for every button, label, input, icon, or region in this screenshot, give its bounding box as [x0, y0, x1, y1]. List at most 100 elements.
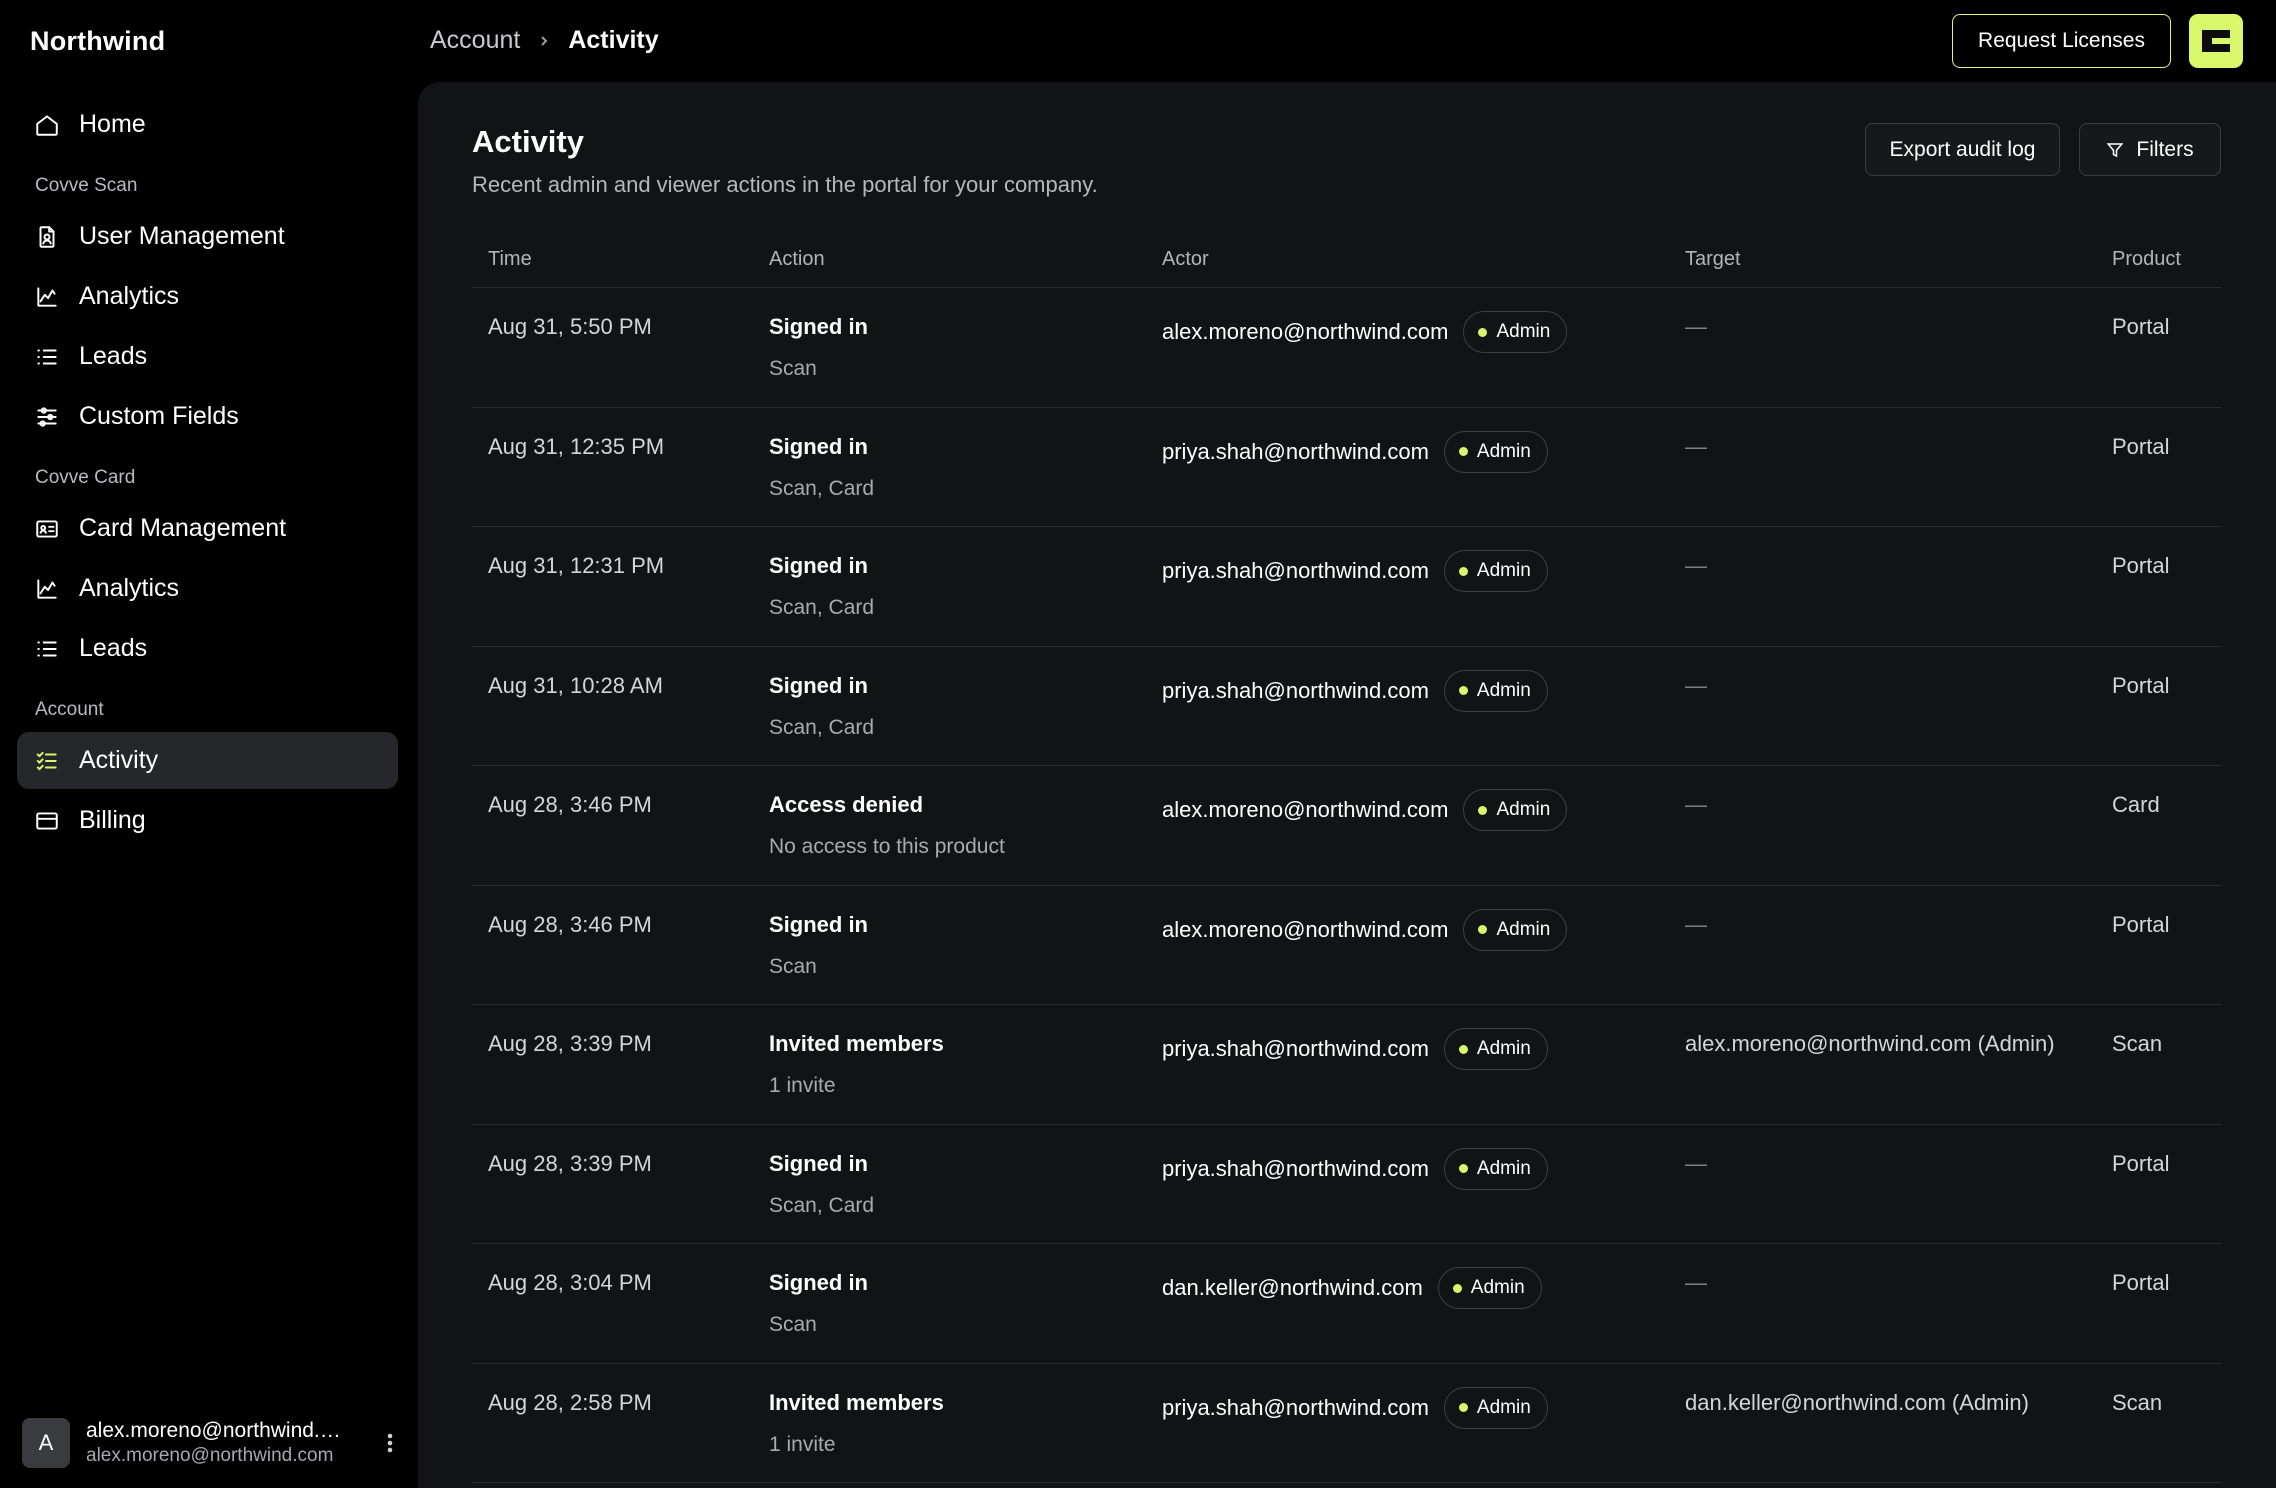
export-audit-log-button[interactable]: Export audit log: [1865, 123, 2060, 176]
sidebar-item-label: Leads: [79, 634, 148, 662]
sidebar-section-title: Account: [35, 699, 104, 720]
cell-target: —: [1685, 672, 1707, 698]
actor-email: dan.keller@northwind.com: [1162, 1275, 1423, 1300]
cell-target: —: [1685, 792, 1707, 817]
request-licenses-button[interactable]: Request Licenses: [1952, 14, 2171, 68]
user-name: alex.moreno@northwind.…: [86, 1419, 341, 1442]
table-row[interactable]: Aug 28, 2:58 PM Invited members 1 invite…: [472, 1364, 2222, 1483]
role-label: Admin: [1476, 440, 1531, 462]
chevron-right-icon: [538, 35, 550, 47]
status-dot: [1452, 1283, 1462, 1293]
sidebar-item-home[interactable]: Home: [17, 96, 398, 153]
actor-email: alex.moreno@northwind.com: [1162, 916, 1449, 942]
sidebar-item-user-management[interactable]: User Management: [17, 208, 398, 265]
activity-table: Time Action Actor Target Product Aug 31,…: [472, 230, 2222, 1483]
sidebar-item-label: Analytics: [79, 282, 180, 310]
app-logo[interactable]: Northwind: [30, 26, 165, 57]
sidebar-item-card-analytics[interactable]: Analytics: [17, 560, 398, 617]
action-title: Signed in: [769, 553, 868, 578]
table-row[interactable]: Aug 31, 10:28 AM Signed in Scan, Card pr…: [472, 647, 2222, 766]
sidebar-item-scan-analytics[interactable]: Analytics: [17, 268, 398, 325]
role-badge: Admin: [1443, 1028, 1548, 1070]
brand-logo-icon[interactable]: [2189, 14, 2243, 68]
action-title: Signed in: [769, 672, 868, 698]
cell-product: Portal: [2112, 314, 2170, 339]
column-header-time: Time: [488, 248, 532, 270]
actor-email: priya.shah@northwind.com: [1162, 1036, 1429, 1061]
table-row[interactable]: Aug 28, 3:39 PM Signed in Scan, Card pri…: [472, 1125, 2222, 1244]
table-row[interactable]: Aug 31, 5:50 PM Signed in Scan alex.more…: [472, 288, 2222, 408]
status-dot: [1478, 925, 1488, 934]
action-title: Signed in: [769, 911, 868, 937]
list-icon: [34, 636, 60, 662]
credit-card-icon: [34, 808, 60, 834]
action-title: Signed in: [769, 1270, 868, 1295]
more-options-icon[interactable]: [378, 1423, 402, 1463]
cell-product: Scan: [2112, 1031, 2163, 1056]
cell-actor: dan.keller@northwind.com Admin: [1162, 1267, 1542, 1309]
table-row[interactable]: Aug 31, 12:31 PM Signed in Scan, Card pr…: [472, 527, 2222, 647]
cell-product: Portal: [2112, 553, 2170, 578]
cell-action: Invited members 1 invite: [769, 1390, 944, 1457]
filter-icon: [2107, 142, 2124, 157]
cell-action: Signed in Scan, Card: [769, 434, 874, 501]
role-label: Admin: [1476, 1396, 1531, 1418]
avatar: A: [22, 1418, 70, 1468]
filters-label: Filters: [2136, 137, 2194, 161]
actor-email: priya.shah@northwind.com: [1162, 1394, 1429, 1420]
cell-actor: priya.shah@northwind.com Admin: [1162, 1147, 1548, 1190]
actor-email: priya.shah@northwind.com: [1162, 677, 1429, 703]
filters-button[interactable]: Filters: [2079, 123, 2221, 176]
sidebar-item-activity[interactable]: Activity: [17, 732, 398, 789]
role-badge: Admin: [1443, 1386, 1548, 1429]
actor-email: alex.moreno@northwind.com: [1162, 319, 1449, 344]
cell-target: —: [1685, 911, 1707, 937]
sidebar-item-card-management[interactable]: Card Management: [17, 500, 398, 557]
role-badge: Admin: [1463, 789, 1568, 831]
sidebar-item-card-leads[interactable]: Leads: [17, 620, 398, 677]
cell-action: Signed in Scan, Card: [769, 673, 874, 740]
sidebar-item-label: Analytics: [79, 574, 180, 602]
cell-action: Signed in Scan: [769, 912, 868, 979]
action-detail: 1 invite: [769, 1432, 836, 1456]
chart-icon: [34, 576, 60, 602]
sidebar-nav: Home Covve Scan User Management Analytic…: [17, 96, 398, 852]
main-panel: Activity Recent admin and viewer actions…: [418, 82, 2276, 1488]
cell-product: Portal: [2112, 672, 2170, 698]
cell-action: Signed in Scan, Card: [769, 1151, 874, 1218]
top-bar: Account Activity Request Licenses: [416, 0, 2276, 82]
cell-time: Aug 28, 3:46 PM: [488, 911, 652, 937]
table-row[interactable]: Aug 31, 12:35 PM Signed in Scan, Card pr…: [472, 408, 2222, 527]
sidebar-item-scan-leads[interactable]: Leads: [17, 328, 398, 385]
cell-actor: priya.shah@northwind.com Admin: [1162, 550, 1548, 592]
role-label: Admin: [1496, 321, 1551, 342]
cell-time: Aug 28, 3:46 PM: [488, 792, 652, 817]
sidebar-item-custom-fields[interactable]: Custom Fields: [17, 388, 398, 445]
cell-product: Portal: [2112, 1270, 2170, 1295]
table-row[interactable]: Aug 28, 3:39 PM Invited members 1 invite…: [472, 1005, 2222, 1125]
role-label: Admin: [1496, 799, 1551, 820]
list-icon: [34, 344, 60, 370]
cell-target: —: [1685, 1150, 1707, 1176]
cell-action: Signed in Scan: [769, 1270, 868, 1337]
action-detail: Scan, Card: [769, 596, 875, 619]
cell-time: Aug 28, 3:39 PM: [488, 1150, 652, 1176]
status-dot: [1478, 805, 1488, 815]
cell-time: Aug 28, 2:58 PM: [488, 1389, 652, 1415]
cell-action: Access denied No access to this product: [769, 792, 1005, 859]
user-email: alex.moreno@northwind.com: [86, 1445, 334, 1466]
breadcrumb-account-link[interactable]: Account: [430, 26, 520, 55]
action-detail: Scan: [769, 954, 817, 978]
cell-time: Aug 28, 3:39 PM: [488, 1031, 652, 1056]
action-title: Signed in: [769, 1150, 868, 1176]
user-account-card[interactable]: A alex.moreno@northwind.… alex.moreno@no…: [22, 1415, 402, 1471]
role-badge: Admin: [1463, 311, 1568, 353]
sidebar-item-billing[interactable]: Billing: [17, 792, 398, 849]
table-row[interactable]: Aug 28, 3:46 PM Signed in Scan alex.more…: [472, 886, 2222, 1005]
table-row[interactable]: Aug 28, 3:04 PM Signed in Scan dan.kelle…: [472, 1244, 2222, 1364]
cell-product: Portal: [2112, 911, 2170, 937]
action-title: Signed in: [769, 314, 868, 339]
table-row[interactable]: Aug 28, 3:46 PM Access denied No access …: [472, 766, 2222, 886]
actor-email: alex.moreno@northwind.com: [1162, 797, 1449, 822]
sidebar-item-label: User Management: [79, 222, 285, 250]
